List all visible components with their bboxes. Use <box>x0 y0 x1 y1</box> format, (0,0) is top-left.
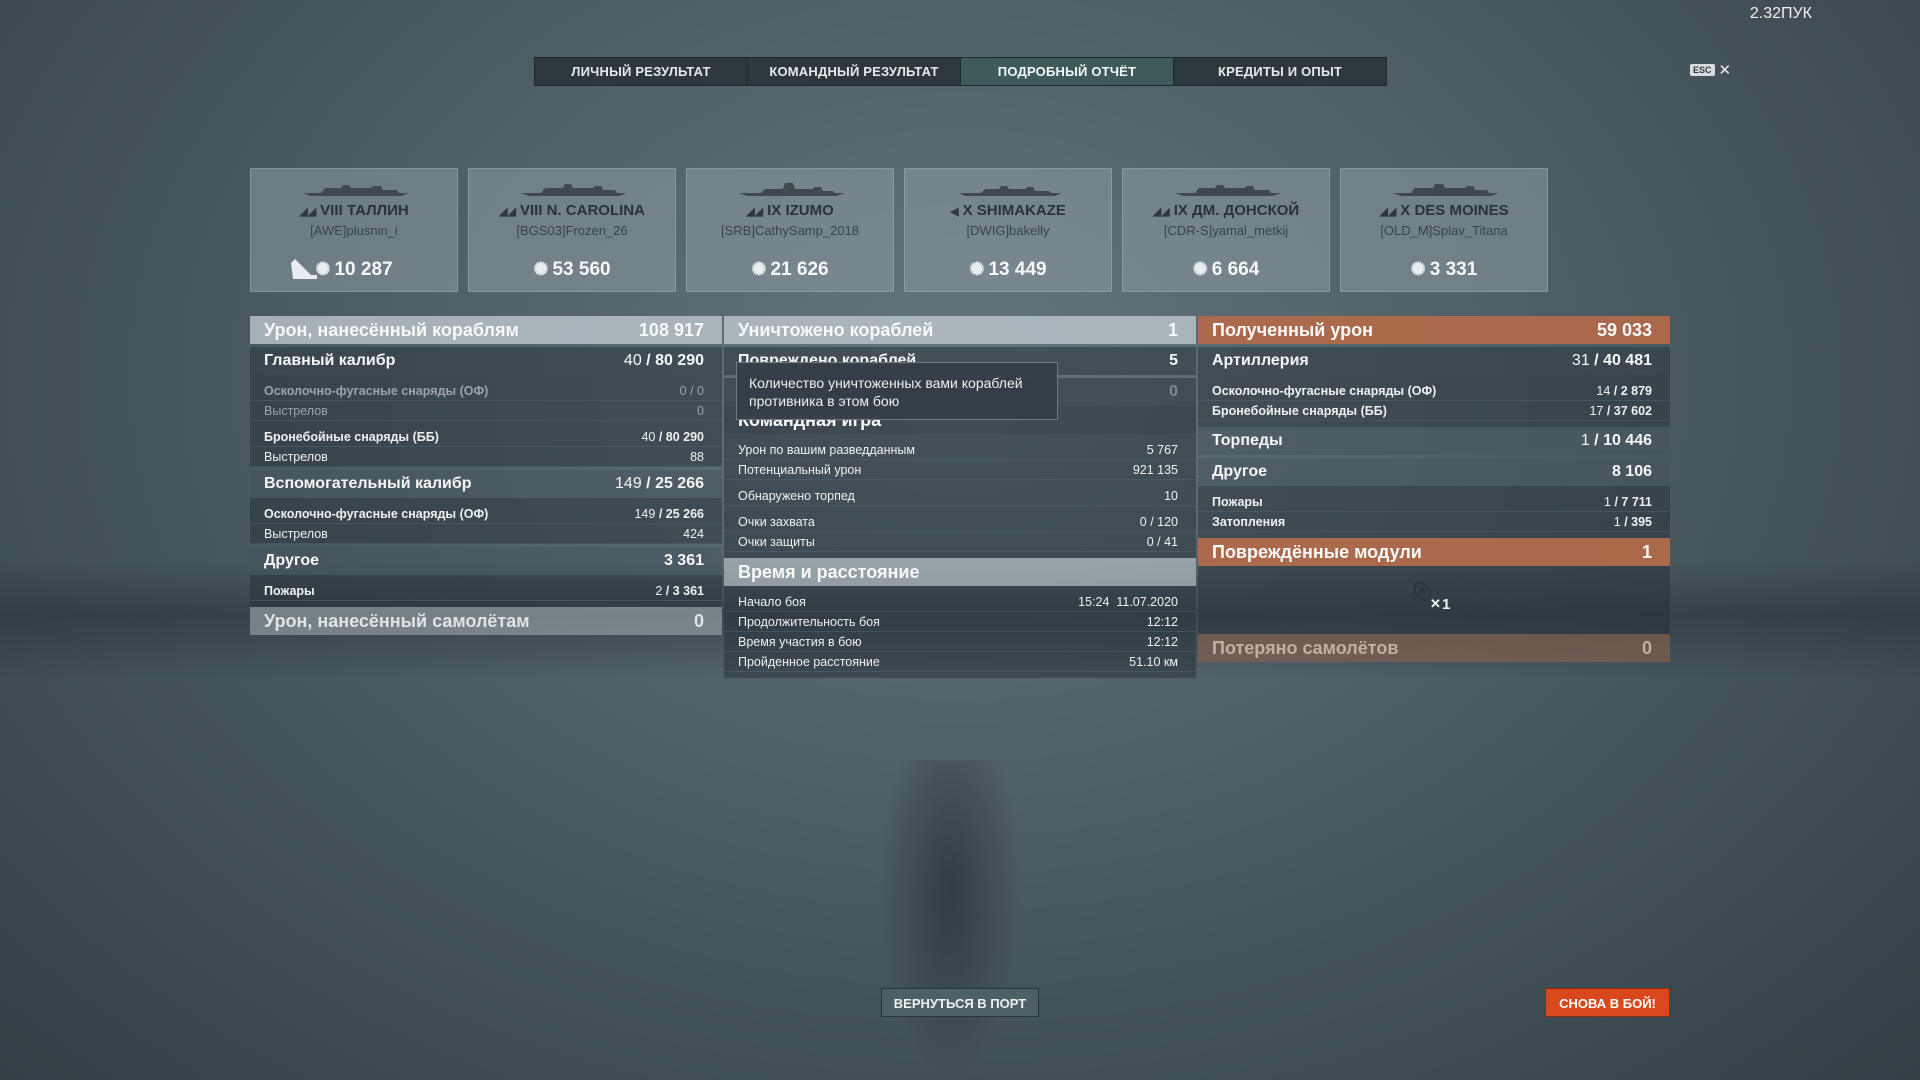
torpedoes-spotted-row: Обнаружено торпед 10 <box>724 486 1196 506</box>
ship-silhouette-icon <box>303 185 409 196</box>
ship-silhouette-icon <box>739 183 845 196</box>
damage-dealt: ✺ 53 560 <box>533 259 611 280</box>
player-name: [OLD_M]Splav_Titana <box>1380 223 1508 238</box>
ship-card[interactable]: ◢◢ IX IZUMO [SRB]CathySamp_2018 ✺ 21 626 <box>686 168 894 292</box>
ship-name: ◢◢ VIII N. CAROLINA <box>499 202 645 219</box>
received-fires-row: Пожары 1 / 7 711 <box>1198 492 1670 512</box>
secondary-shots-row: Выстрелов 424 <box>250 524 722 544</box>
ship-silhouette-icon <box>521 184 627 196</box>
damage-dealt: ✺ 3 331 <box>1410 259 1478 280</box>
player-name: [BGS03]Frozen_26 <box>516 223 628 238</box>
ship-card[interactable]: ◢◢ VIII N. CAROLINA [BGS03]Frozen_26 ✺ 53 … <box>468 168 676 292</box>
results-tabs: ЛИЧНЫЙ РЕЗУЛЬТАТ КОМАНДНЫЙ РЕЗУЛЬТАТ ПОД… <box>534 57 1387 86</box>
close-icon: ✕ <box>1718 62 1732 79</box>
battle-again-button[interactable]: СНОВА В БОЙ! <box>1545 988 1670 1017</box>
damage-to-ships-header[interactable]: Урон, нанесённый кораблям 108 917 <box>250 316 722 344</box>
player-name: [CDR-S]yamal_metkij <box>1163 223 1289 238</box>
torpedoes-received-row: Торпеды 1 / 10 446 <box>1198 427 1670 455</box>
other-received-row: Другое 8 106 <box>1198 458 1670 486</box>
damage-icon: ✺ <box>1192 259 1208 279</box>
distance-row: Пройденное расстояние 51.10 км <box>724 652 1196 672</box>
damage-dealt: ✺ 10 287 <box>315 259 393 280</box>
ship-name: ◢◢ IX ДМ. ДОНСКОЙ <box>1152 202 1300 219</box>
tab-personal-result[interactable]: ЛИЧНЫЙ РЕЗУЛЬТАТ <box>535 58 748 85</box>
battle-start-row: Начало боя 15:24 11.07.2020 <box>724 592 1196 612</box>
potential-damage-row: Потенциальный урон 921 135 <box>724 460 1196 480</box>
received-he-row: Осколочно-фугасные снаряды (ОФ) 14 / 2 8… <box>1198 381 1670 401</box>
planes-lost-header[interactable]: Потеряно самолётов 0 <box>1198 634 1670 662</box>
damage-icon: ✺ <box>751 259 767 279</box>
spotting-damage-row: Урон по вашим разведданным 5 767 <box>724 440 1196 460</box>
artillery-row: Артиллерия 31 / 40 481 <box>1198 347 1670 375</box>
ship-card[interactable]: ◀ X SHIMAKAZE [DWIG]bakelly ✺ 13 449 <box>904 168 1112 292</box>
damage-icon: ✺ <box>969 259 985 279</box>
tab-detailed-report[interactable]: ПОДРОБНЫЙ ОТЧЁТ <box>961 58 1174 85</box>
ship-card[interactable]: ◢◢ X DES MOINES [OLD_M]Splav_Titana ✺ 3 33… <box>1340 168 1548 292</box>
damaged-ships-cards: ◢◢ VIII ТАЛЛИН [AWE]plusnin_i ✺ 10 287 ◢◢ V… <box>250 168 1548 292</box>
time-distance-header: Время и расстояние <box>724 558 1196 586</box>
damage-icon: ✺ <box>315 259 331 279</box>
damage-dealt: ✺ 13 449 <box>969 259 1047 280</box>
fires-row: Пожары 2 / 3 361 <box>250 581 722 601</box>
module-count: 1 <box>1442 596 1451 613</box>
ship-name: ◀ X SHIMAKAZE <box>950 202 1066 219</box>
player-name: [DWIG]bakelly <box>966 223 1050 238</box>
player-name: [SRB]CathySamp_2018 <box>720 223 860 238</box>
ship-card[interactable]: ◢◢ IX ДМ. ДОНСКОЙ [CDR-S]yamal_metkij ✺ 6 … <box>1122 168 1330 292</box>
tooltip: Количество уничтоженных вами кораблей пр… <box>736 362 1058 420</box>
damaged-modules-header[interactable]: Повреждённые модули 1 <box>1198 538 1670 566</box>
damage-to-planes-header[interactable]: Урон, нанесённый самолётам 0 <box>250 607 722 635</box>
tab-credits-xp[interactable]: КРЕДИТЫ И ОПЫТ <box>1174 58 1386 85</box>
main-ap-row: Бронебойные снаряды (ББ) 40 / 80 290 <box>250 427 722 447</box>
received-ap-row: Бронебойные снаряды (ББ) 17 / 37 602 <box>1198 401 1670 421</box>
damage-dealt: ✺ 6 664 <box>1192 259 1260 280</box>
battleship-icon: ◢◢ <box>499 206 516 218</box>
damaged-modules-list: ✕ 1 <box>1198 566 1670 628</box>
other-damage-row: Другое 3 361 <box>250 547 722 575</box>
cruiser-icon: ◢◢ <box>299 206 317 218</box>
ship-name: ◢◢ IX IZUMO <box>746 202 834 219</box>
secondary-caliber-row: Вспомогательный калибр 149 / 25 266 <box>250 470 722 498</box>
esc-key-icon: ESC <box>1690 64 1715 76</box>
tab-team-result[interactable]: КОМАНДНЫЙ РЕЗУЛЬТАТ <box>748 58 961 85</box>
battle-duration-row: Продолжительность боя 12:12 <box>724 612 1196 632</box>
ship-silhouette-icon <box>1393 184 1499 196</box>
ship-name: ◢◢ X DES MOINES <box>1379 202 1509 219</box>
damage-dealt-panel: Урон, нанесённый кораблям 108 917 Главный… <box>250 316 722 635</box>
main-he-shots-row: Выстрелов 0 <box>250 401 722 421</box>
main-caliber-row: Главный калибр 40 / 80 290 <box>250 347 722 375</box>
ship-silhouette-icon <box>1175 185 1281 196</box>
player-name: [AWE]plusnin_i <box>310 223 398 238</box>
main-ap-shots-row: Выстрелов 88 <box>250 447 722 467</box>
ship-name: ◢◢ VIII ТАЛЛИН <box>299 202 409 219</box>
destroyer-icon: ◀ <box>950 206 959 218</box>
damage-icon: ✺ <box>533 259 549 279</box>
defense-points-row: Очки защиты 0 / 41 <box>724 532 1196 552</box>
participation-time-row: Время участия в бою 12:12 <box>724 632 1196 652</box>
version-label: 2.32ПУК <box>1749 5 1812 22</box>
ship-silhouette-icon <box>959 186 1061 196</box>
return-to-port-button[interactable]: ВЕРНУТЬСЯ В ПОРТ <box>881 988 1039 1017</box>
damage-received-header[interactable]: Полученный урон 59 033 <box>1198 316 1670 344</box>
close-button[interactable]: ESC ✕ <box>1690 61 1731 79</box>
damage-icon: ✺ <box>1410 259 1426 279</box>
ships-destroyed-header[interactable]: Уничтожено кораблей 1 <box>724 316 1196 344</box>
main-he-row: Осколочно-фугасные снаряды (ОФ) 0 / 0 <box>250 381 722 401</box>
cruiser-icon: ◢◢ <box>1379 206 1397 218</box>
received-flooding-row: Затопления 1 / 395 <box>1198 512 1670 532</box>
module-damaged-icon: ✕ <box>1430 596 1441 611</box>
battleship-icon: ◢◢ <box>746 206 764 218</box>
capture-points-row: Очки захвата 0 / 120 <box>724 512 1196 532</box>
background-ship <box>880 760 1020 1080</box>
ship-card[interactable]: ◢◢ VIII ТАЛЛИН [AWE]plusnin_i ✺ 10 287 <box>250 168 458 292</box>
damage-received-panel: Полученный урон 59 033 Артиллерия 31 / 40… <box>1198 316 1670 662</box>
cruiser-icon: ◢◢ <box>1152 206 1170 218</box>
damage-dealt: ✺ 21 626 <box>751 259 829 280</box>
secondary-he-row: Осколочно-фугасные снаряды (ОФ) 149 / 25… <box>250 504 722 524</box>
